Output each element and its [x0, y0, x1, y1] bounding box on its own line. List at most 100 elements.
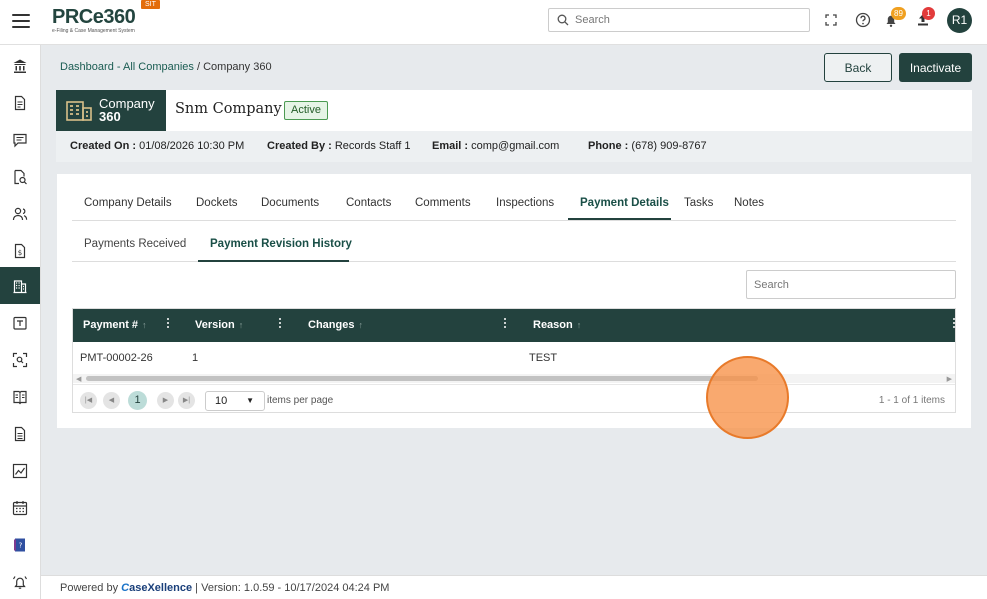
table-row[interactable]: PMT-00002-26 1 TEST: [73, 342, 955, 374]
subtab-payment-revision-history[interactable]: Payment Revision History: [210, 238, 352, 250]
created-by-value: Records Staff 1: [334, 140, 411, 152]
column-header-reason-label: Reason: [533, 319, 573, 331]
page-number-button[interactable]: 1: [128, 391, 147, 410]
powered-by-label: Powered by: [60, 582, 119, 594]
bank-icon[interactable]: [0, 47, 40, 84]
notifications-count-badge: 89: [891, 7, 906, 20]
user-avatar[interactable]: R1: [947, 8, 972, 33]
last-page-icon[interactable]: ▶|: [178, 392, 195, 409]
phone-label: Phone :: [588, 140, 629, 152]
calendar-icon[interactable]: [0, 489, 40, 526]
subtab-payments-received[interactable]: Payments Received: [84, 238, 186, 250]
column-header-changes-label: Changes: [308, 319, 355, 331]
casexellence-logo-text: aseXellence: [129, 582, 193, 594]
footer-separator: |: [195, 582, 199, 594]
cell-payment: PMT-00002-26: [80, 352, 153, 364]
tab-payment-details[interactable]: Payment Details: [580, 197, 669, 209]
fullscreen-icon[interactable]: [822, 11, 840, 29]
sort-arrow-icon: ↑: [576, 320, 582, 330]
casexellence-logo-mark: C: [121, 582, 130, 594]
tab-notes[interactable]: Notes: [734, 197, 764, 209]
status-badge: Active: [284, 101, 328, 120]
logo-text: PRCe360: [52, 6, 136, 28]
search-input[interactable]: [575, 12, 800, 28]
svg-text:?: ?: [19, 541, 23, 549]
phone-info: Phone : (678) 909-8767: [588, 140, 707, 152]
chart-icon[interactable]: [0, 452, 40, 489]
created-on-info: Created On : 01/08/2026 10:30 PM: [70, 140, 244, 152]
email-info: Email : comp@gmail.com: [432, 140, 559, 152]
cell-reason: TEST: [529, 352, 558, 364]
company-tag-line2: 360: [99, 109, 121, 124]
users-icon[interactable]: [0, 195, 40, 232]
tab-tasks[interactable]: Tasks: [684, 197, 713, 209]
comment-icon[interactable]: [0, 121, 40, 158]
app-logo[interactable]: PRCe360 e-Filing & Case Management Syste…: [52, 6, 136, 34]
document-search-icon[interactable]: [0, 158, 40, 195]
scan-icon[interactable]: [0, 341, 40, 378]
tab-inspections[interactable]: Inspections: [496, 197, 554, 209]
file-icon[interactable]: [0, 415, 40, 452]
column-menu-icon[interactable]: [503, 318, 507, 331]
column-header-payment[interactable]: Payment # ↑: [83, 319, 147, 331]
prev-page-icon[interactable]: ◀: [103, 392, 120, 409]
horizontal-scrollbar[interactable]: ◀ ▶: [73, 374, 955, 383]
back-button[interactable]: Back: [824, 53, 892, 82]
revision-history-grid: Payment # ↑ Version ↑ Changes ↑ Reason ↑ PMT…: [72, 308, 956, 413]
top-header: PRCe360 e-Filing & Case Management Syste…: [0, 0, 987, 45]
tab-contacts[interactable]: Contacts: [346, 197, 391, 209]
menu-icon[interactable]: [12, 14, 30, 30]
breadcrumb-link-all-companies[interactable]: Dashboard - All Companies: [60, 61, 194, 73]
inactivate-button[interactable]: Inactivate: [899, 53, 972, 82]
pager-info: 1 - 1 of 1 items: [878, 395, 945, 406]
footer-text: Powered by CaseXellence | Version: 1.0.5…: [60, 582, 389, 594]
svg-text:$: $: [18, 249, 22, 257]
help-icon[interactable]: [854, 11, 872, 29]
breadcrumb: Dashboard - All Companies / Company 360: [60, 61, 272, 73]
tab-company-details[interactable]: Company Details: [84, 197, 172, 209]
company-info-bar: Created On : 01/08/2026 10:30 PM Created…: [56, 131, 972, 162]
page-size-label: items per page: [267, 395, 334, 406]
tab-dockets[interactable]: Dockets: [196, 197, 238, 209]
first-page-icon[interactable]: |◀: [80, 392, 97, 409]
column-header-payment-label: Payment #: [83, 319, 139, 331]
alarm-icon[interactable]: [0, 563, 40, 599]
phone-value: (678) 909-8767: [631, 140, 707, 152]
active-tab-indicator: [568, 218, 671, 220]
column-menu-icon[interactable]: [278, 318, 282, 331]
tab-documents[interactable]: Documents: [261, 197, 319, 209]
column-header-version[interactable]: Version ↑: [195, 319, 243, 331]
tab-comments[interactable]: Comments: [415, 197, 471, 209]
sort-arrow-icon: ↑: [358, 320, 363, 330]
click-indicator: [706, 356, 789, 439]
grid-search-input[interactable]: [746, 270, 956, 299]
building-icon: [66, 101, 92, 121]
scroll-right-icon[interactable]: ▶: [947, 375, 952, 383]
page-size-select[interactable]: 10 ▼: [205, 391, 265, 411]
environment-badge: SIT: [141, 0, 160, 9]
column-menu-icon[interactable]: [952, 318, 956, 331]
grid-header: Payment # ↑ Version ↑ Changes ↑ Reason ↑: [73, 309, 955, 342]
book-icon[interactable]: [0, 378, 40, 415]
grid-pager: |◀ ◀ 1 ▶ ▶| 10 ▼ items per page 1 - 1 of …: [73, 384, 955, 413]
fee-document-icon[interactable]: $: [0, 232, 40, 269]
global-search[interactable]: [548, 8, 810, 32]
company-header-card: Company 360 Snm Company Active: [56, 90, 972, 131]
created-on-value: 01/08/2026 10:30 PM: [139, 140, 245, 152]
help-book-icon[interactable]: ?: [0, 526, 40, 563]
search-icon: [557, 14, 569, 26]
main-tabs: Company Details Dockets Documents Contac…: [72, 174, 956, 221]
footer: Powered by CaseXellence | Version: 1.0.5…: [41, 575, 987, 599]
column-header-reason[interactable]: Reason ↑: [533, 319, 581, 331]
column-header-changes[interactable]: Changes ↑: [308, 319, 363, 331]
next-page-icon[interactable]: ▶: [157, 392, 174, 409]
email-label: Email :: [432, 140, 469, 152]
scroll-left-icon[interactable]: ◀: [76, 375, 81, 383]
building-icon[interactable]: [0, 267, 40, 304]
column-header-version-label: Version: [195, 319, 235, 331]
scrollbar-thumb[interactable]: [86, 376, 758, 381]
calendar-task-icon[interactable]: [0, 304, 40, 341]
column-menu-icon[interactable]: [166, 318, 170, 331]
document-icon[interactable]: [0, 84, 40, 121]
payment-subtabs: Payments Received Payment Revision Histo…: [72, 221, 956, 262]
